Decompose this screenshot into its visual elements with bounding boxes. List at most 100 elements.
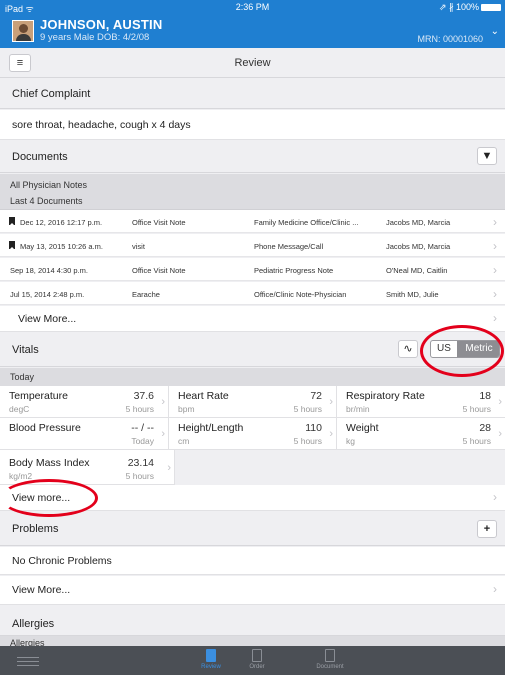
hamburger-icon[interactable] <box>17 657 39 669</box>
patient-mrn: MRN: 00001060 <box>417 34 483 44</box>
document-row[interactable]: May 13, 2015 10:26 a.m. visit Phone Mess… <box>0 234 505 257</box>
annotation-circle-view-more <box>0 479 98 517</box>
vital-heart-rate[interactable]: Heart Rate bpm 72 5 hours › <box>169 386 337 418</box>
chief-complaint-row[interactable]: sore throat, headache, cough x 4 days <box>0 110 505 140</box>
patient-demographics: 9 years Male DOB: 4/2/08 <box>40 32 150 43</box>
order-icon <box>252 649 262 662</box>
document-author: Jacobs MD, Marcia <box>386 218 451 227</box>
status-bar: iPad ᯤ 2:36 PM ⇗ ∦ 100% <box>0 0 505 14</box>
battery-icon <box>481 4 501 11</box>
view-more-link: View More... <box>12 584 71 596</box>
vital-value: -- / -- <box>131 422 154 434</box>
chevron-right-icon: › <box>493 311 497 325</box>
vital-blood-pressure[interactable]: Blood Pressure -- / -- Today › <box>0 418 169 450</box>
vital-name: Height/Length <box>178 422 244 434</box>
document-title: Pediatric Progress Note <box>254 266 334 275</box>
vital-weight[interactable]: Weight kg 28 5 hours › <box>337 418 505 450</box>
add-problem-button[interactable]: + <box>477 520 497 538</box>
tab-document[interactable]: Document <box>305 649 355 670</box>
vitals-group-header: Today <box>0 368 505 386</box>
filter-button[interactable]: ▼ <box>477 147 497 165</box>
chief-complaint-header: Chief Complaint <box>0 79 505 109</box>
document-row[interactable]: Dec 12, 2016 12:17 p.m. Office Visit Not… <box>0 210 505 233</box>
vital-name: Respiratory Rate <box>346 390 425 402</box>
chevron-right-icon: › <box>493 490 497 504</box>
group-subtitle: Last 4 Documents <box>10 196 83 206</box>
document-title: Family Medicine Office/Clinic ... <box>254 218 359 227</box>
vital-unit: cm <box>178 436 190 446</box>
document-type: Office Visit Note <box>132 266 186 275</box>
chevron-right-icon: › <box>498 396 502 408</box>
document-date: Sep 18, 2014 4:30 p.m. <box>10 266 88 275</box>
vital-unit: br/min <box>346 404 370 414</box>
tab-review[interactable]: Review <box>186 649 236 670</box>
section-title: Allergies <box>12 618 55 630</box>
group-title: All Physician Notes <box>10 180 88 190</box>
vital-unit: kg <box>346 436 355 446</box>
problems-row[interactable]: No Chronic Problems <box>0 547 505 575</box>
documents-view-more[interactable]: View More... › <box>0 306 505 332</box>
document-date: Jul 15, 2014 2:48 p.m. <box>10 290 85 299</box>
review-icon <box>206 649 216 662</box>
document-date: May 13, 2015 10:26 a.m. <box>20 242 103 251</box>
chevron-right-icon: › <box>329 396 333 408</box>
status-time: 2:36 PM <box>235 2 270 12</box>
tab-label: Review <box>201 664 221 670</box>
document-author: O'Neal MD, Caitlin <box>386 266 448 275</box>
document-row[interactable]: Jul 15, 2014 2:48 p.m. Earache Office/Cl… <box>0 282 505 305</box>
tab-bar: Review Order Document <box>0 646 505 675</box>
battery-label: ⇗ ∦ 100% <box>438 2 479 12</box>
document-row[interactable]: Sep 18, 2014 4:30 p.m. Office Visit Note… <box>0 258 505 281</box>
group-title: Allergies <box>10 638 45 646</box>
vital-time: 5 hours <box>125 404 154 414</box>
chevron-right-icon: › <box>493 263 497 277</box>
chevron-right-icon: › <box>493 215 497 229</box>
patient-header: iPad ᯤ 2:36 PM ⇗ ∦ 100% JOHNSON, AUSTIN … <box>0 0 505 48</box>
vital-unit: bpm <box>178 404 195 414</box>
vital-body-mass-index[interactable]: Body Mass Index kg/m2 23.14 5 hours › <box>0 450 175 485</box>
vital-value: 18 <box>479 390 491 402</box>
document-type: visit <box>132 242 145 251</box>
section-title: Vitals <box>12 344 39 356</box>
vital-respiratory-rate[interactable]: Respiratory Rate br/min 18 5 hours › <box>337 386 505 418</box>
review-toolbar: ≡ Review <box>0 48 505 78</box>
vital-time: 5 hours <box>293 436 322 446</box>
vital-name: Temperature <box>9 390 68 402</box>
chief-complaint-text: sore throat, headache, cough x 4 days <box>12 119 191 131</box>
chevron-right-icon: › <box>498 428 502 440</box>
vital-height-length[interactable]: Height/Length cm 110 5 hours › <box>169 418 337 450</box>
tab-order[interactable]: Order <box>232 649 282 670</box>
vital-value: 28 <box>479 422 491 434</box>
document-author: Jacobs MD, Marcia <box>386 242 451 251</box>
page-title: Review <box>234 57 271 69</box>
vital-value: 37.6 <box>133 390 154 402</box>
avatar <box>12 20 34 42</box>
vital-time: 5 hours <box>462 404 491 414</box>
document-type: Office Visit Note <box>132 218 186 227</box>
chevron-right-icon: › <box>161 428 165 440</box>
chevron-right-icon: › <box>493 582 497 596</box>
bookmark-icon <box>9 241 15 250</box>
plus-icon: + <box>483 523 491 535</box>
vital-name: Weight <box>346 422 379 434</box>
chevron-right-icon: › <box>493 287 497 301</box>
chevron-right-icon: › <box>167 462 171 474</box>
document-title: Office/Clinic Note-Physician <box>254 290 347 299</box>
problems-header: Problems + <box>0 512 505 546</box>
vital-time: 5 hours <box>293 404 322 414</box>
chevron-right-icon: › <box>493 239 497 253</box>
documents-header: Documents ▼ <box>0 141 505 173</box>
vital-time: 5 hours <box>462 436 491 446</box>
chevron-down-icon[interactable]: ⌄ <box>491 26 499 37</box>
problems-text: No Chronic Problems <box>12 555 112 567</box>
annotation-circle-units <box>420 325 504 377</box>
problems-view-more[interactable]: View More... › <box>0 576 505 605</box>
vital-time: Today <box>131 436 154 446</box>
chevron-right-icon: › <box>161 396 165 408</box>
vital-name: Body Mass Index <box>9 457 90 469</box>
section-title: Chief Complaint <box>12 88 91 100</box>
vital-temperature[interactable]: Temperature degC 37.6 5 hours › <box>0 386 169 418</box>
document-type: Earache <box>132 290 160 299</box>
trend-button[interactable]: ∿ <box>398 340 418 358</box>
vital-unit: kg/m2 <box>9 471 33 481</box>
